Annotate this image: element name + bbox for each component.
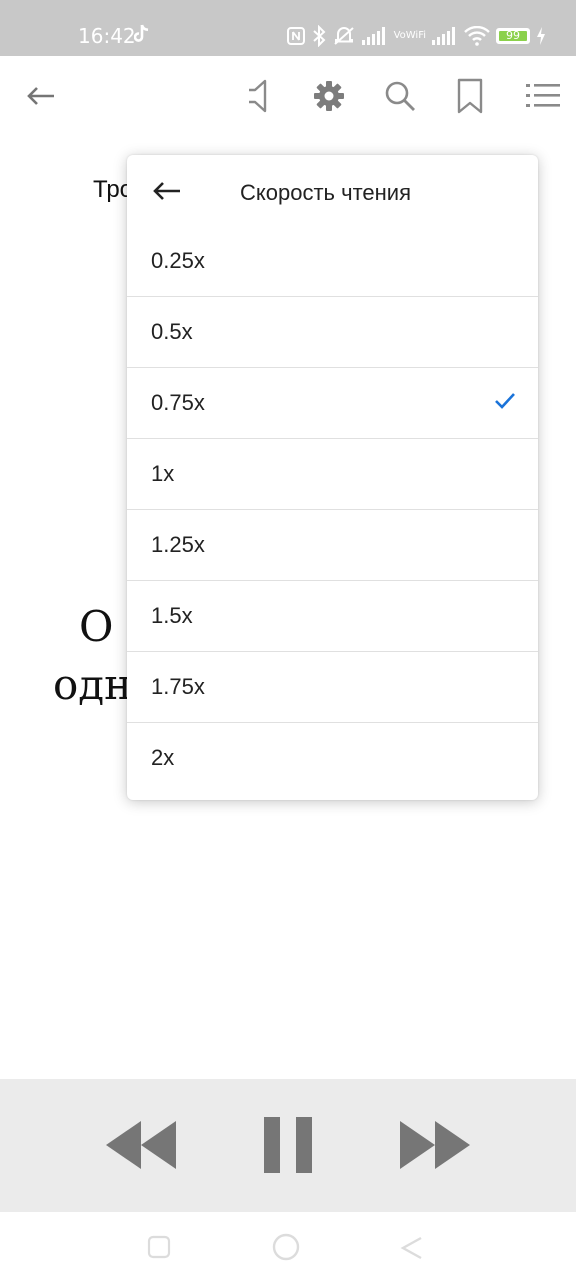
vowifi-top-label: Vo [393,30,406,41]
status-time: 16:42 [78,24,136,48]
speed-option-label: 2x [151,745,175,770]
reader-heading-line-2: одн [53,660,133,709]
speed-option-label: 0.75x [151,390,205,415]
nfc-icon [286,26,306,46]
wifi-icon [464,26,490,46]
charging-icon [536,27,546,45]
back-icon[interactable] [397,1232,427,1262]
menu-title: Скорость чтения [240,180,411,205]
search-icon[interactable] [378,74,422,118]
checkmark-icon [494,392,516,415]
audio-player-bar [0,1079,576,1212]
list-icon[interactable] [521,74,565,118]
tiktok-icon [133,24,150,49]
system-nav-bar [0,1212,576,1280]
speed-option-label: 1.75x [151,674,205,699]
rewind-icon[interactable] [104,1115,178,1175]
speaker-icon[interactable] [236,74,280,118]
speed-option-label: 1x [151,461,175,486]
bookmark-icon[interactable] [448,74,492,118]
speed-option[interactable]: 1.25x [127,509,538,580]
speed-option[interactable]: 0.25x [127,225,538,296]
reading-speed-menu: Скорость чтения 0.25x 0.5x 0.75x 1x 1.25… [127,155,538,800]
mute-alarm-icon [332,25,356,47]
status-bar: 16:42 Vo WiFi 99 [0,0,576,56]
recents-icon[interactable] [144,1232,174,1262]
gear-icon[interactable] [307,74,351,118]
pause-icon[interactable] [262,1115,314,1175]
reader-heading-line-1: О [79,602,114,651]
vowifi-bottom-label: WiFi [405,30,426,41]
speed-option[interactable]: 1.5x [127,580,538,651]
signal-icon [361,27,388,45]
battery-icon: 99 [496,28,530,44]
speed-option-label: 0.25x [151,247,205,273]
back-arrow-icon[interactable] [19,74,63,118]
battery-percent: 99 [506,29,520,42]
speed-options-list: 0.25x 0.5x 0.75x 1x 1.25x 1.5x 1.75x 2x [127,225,538,793]
menu-back-arrow-icon[interactable] [149,175,185,207]
vowifi-icon: Vo WiFi [394,31,426,41]
speed-option-selected[interactable]: 0.75x [127,367,538,438]
fast-forward-icon[interactable] [398,1115,472,1175]
speed-option[interactable]: 1.75x [127,651,538,722]
bluetooth-icon [312,25,326,47]
speed-option[interactable]: 2x [127,722,538,793]
speed-option[interactable]: 0.5x [127,296,538,367]
signal-icon [432,27,458,45]
speed-option-label: 1.5x [151,603,193,628]
speed-option-label: 0.5x [151,319,193,344]
speed-option-label: 1.25x [151,532,205,557]
reader-toolbar [0,56,576,140]
home-icon[interactable] [271,1232,301,1262]
menu-header: Скорость чтения [127,155,538,227]
speed-option[interactable]: 1x [127,438,538,509]
